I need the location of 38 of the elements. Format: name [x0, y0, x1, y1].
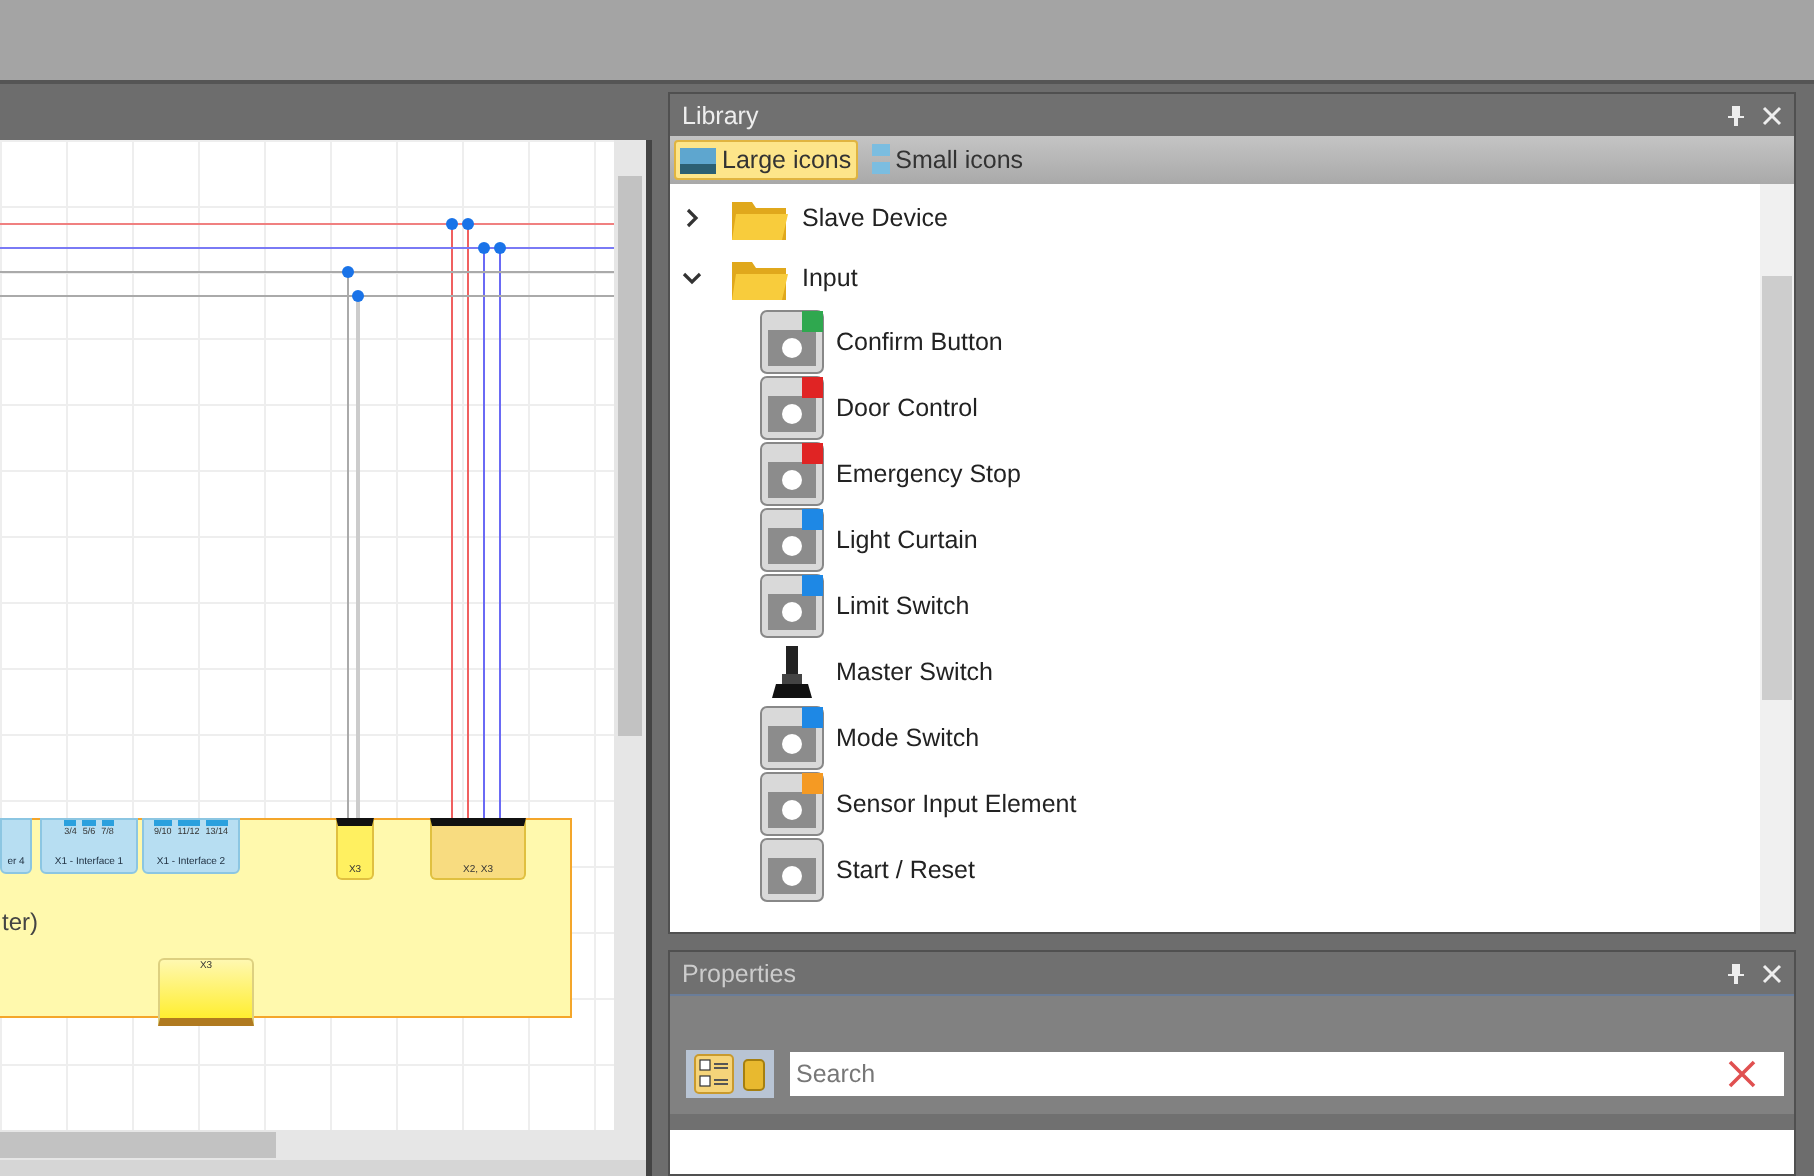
vertical-scrollbar[interactable]	[614, 140, 646, 1130]
tree-item[interactable]: Light Curtain	[670, 506, 1760, 572]
clear-icon[interactable]	[1728, 1059, 1756, 1087]
view-button[interactable]: Large icons	[674, 140, 858, 180]
vertical-scrollbar[interactable]	[1760, 184, 1794, 932]
pin-icon[interactable]	[1726, 103, 1746, 127]
close-icon[interactable]	[1762, 963, 1782, 983]
tree-item[interactable]: Door Control	[670, 374, 1760, 440]
device-icon	[760, 573, 824, 637]
panel-title: Library	[682, 101, 761, 129]
view-button[interactable]: Small icons	[865, 140, 1030, 180]
device-icon	[760, 309, 824, 373]
panel-title: Properties	[682, 959, 798, 987]
tree-item[interactable]: Input	[670, 248, 1760, 308]
tree-item[interactable]: Mode Switch	[670, 704, 1760, 770]
module-label: ter)	[2, 908, 38, 936]
horizontal-scrollbar[interactable]	[0, 1130, 646, 1160]
device-icon	[760, 507, 824, 571]
tree-item[interactable]: Limit Switch	[670, 572, 1760, 638]
tree-item[interactable]: Emergency Stop	[670, 440, 1760, 506]
search-field[interactable]: Search	[790, 1051, 1784, 1095]
tree-item[interactable]: Master Switch	[670, 638, 1760, 704]
device-icon	[760, 375, 824, 439]
device-icon	[760, 837, 824, 901]
picture-icon	[680, 147, 716, 173]
tree-item[interactable]: Sensor Input Element	[670, 770, 1760, 836]
categorized-view-icon[interactable]	[694, 1053, 734, 1093]
picture-icon	[871, 144, 890, 176]
device-icon	[760, 771, 824, 835]
chevron-icon[interactable]	[682, 268, 702, 288]
chevron-icon[interactable]	[682, 208, 702, 228]
device-icon	[760, 705, 824, 769]
tree-item[interactable]: Slave Device	[670, 188, 1760, 248]
device-icon	[760, 441, 824, 505]
pin-icon[interactable]	[1726, 961, 1746, 985]
tree-item[interactable]: Start / Reset	[670, 836, 1760, 902]
tree-item[interactable]: Confirm Button	[670, 308, 1760, 374]
close-icon[interactable]	[1762, 105, 1782, 125]
